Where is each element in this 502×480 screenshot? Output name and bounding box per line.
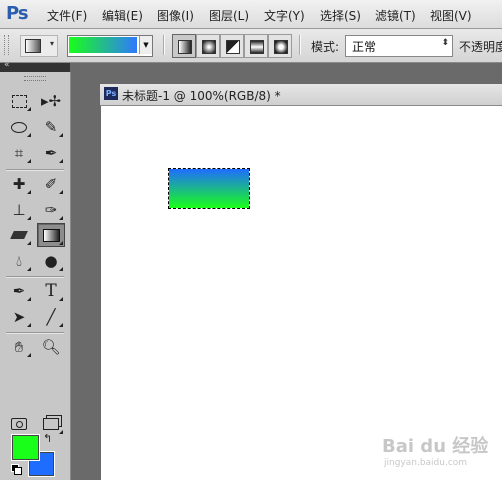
angle-gradient-button[interactable] (220, 34, 244, 58)
quick-mask-icon (11, 418, 27, 430)
linear-gradient-button[interactable] (172, 34, 196, 58)
screen-mode-icon (43, 418, 59, 430)
path-selection-tool[interactable]: ➤ (6, 306, 32, 328)
options-bar: ▾ ▼ 模式: 正常 ⬍ 不透明度 (0, 29, 502, 63)
zoom-icon: 🔍︎ (41, 338, 61, 356)
eraser-icon (10, 231, 28, 239)
default-colors-button[interactable] (11, 464, 22, 475)
pen-icon: ✒ (12, 282, 26, 300)
lasso-icon (11, 121, 27, 133)
screen-mode-button[interactable] (38, 413, 64, 435)
move-icon: ▸✢ (40, 92, 62, 110)
divider (6, 276, 64, 278)
clone-stamp-tool[interactable]: ⊥ (6, 199, 32, 221)
radial-gradient-icon (202, 40, 216, 54)
mode-label: 模式: (311, 40, 340, 54)
radial-gradient-button[interactable] (196, 34, 220, 58)
path-selection-icon: ➤ (12, 308, 26, 326)
eyedropper-tool[interactable]: ✒ (38, 142, 64, 164)
chevron-down-icon: ▾ (49, 39, 54, 48)
mode-value: 正常 (352, 40, 377, 54)
blur-tool[interactable]: 💧︎ (6, 250, 32, 272)
menu-file[interactable]: 文件(F) (47, 7, 87, 24)
collapse-icon[interactable]: « (4, 60, 10, 70)
rectangular-marquee-tool[interactable] (6, 90, 32, 112)
crop-icon: ⌗ (14, 144, 24, 162)
quick-selection-tool[interactable]: ✎ (38, 116, 64, 138)
angle-gradient-icon (226, 40, 240, 54)
lasso-tool[interactable] (6, 116, 32, 138)
type-tool[interactable]: T (38, 280, 64, 302)
selection-marquee (168, 168, 250, 209)
history-brush-icon: ✑ (44, 201, 58, 219)
dodge-tool[interactable]: ● (38, 250, 64, 272)
quick-mask-button[interactable] (6, 413, 32, 435)
move-tool[interactable]: ▸✢ (38, 90, 64, 112)
reflected-gradient-icon (250, 40, 264, 54)
type-icon: T (45, 281, 57, 301)
menu-view[interactable]: 视图(V) (430, 7, 472, 24)
brush-tool[interactable]: ✐ (38, 173, 64, 195)
watermark-sub: jingyan.baidu.com (384, 458, 468, 468)
clone-stamp-icon: ⊥ (12, 201, 26, 219)
history-brush-tool[interactable]: ✑ (38, 199, 64, 221)
linear-gradient-icon (178, 40, 192, 54)
toolbox-header[interactable]: « (0, 60, 70, 72)
divider (163, 35, 165, 55)
pen-tool[interactable]: ✒ (6, 280, 32, 302)
app-logo: Ps (6, 3, 29, 24)
line-icon: ╱ (46, 308, 56, 326)
diamond-gradient-icon (274, 40, 288, 54)
reflected-gradient-button[interactable] (244, 34, 268, 58)
ps-document-icon: Ps (104, 87, 118, 100)
toolbox: ▸✢ ✎ ⌗ ✒ ✚ ✐ ⊥ ✑ 💧︎ ● ✒ T ➤ ╱ ✋︎ 🔍︎ ↰ (0, 72, 71, 480)
chevron-down-icon[interactable]: ▼ (139, 36, 152, 54)
blur-icon: 💧︎ (15, 252, 22, 270)
updown-arrows-icon: ⬍ (441, 38, 449, 48)
opacity-label: 不透明度 (459, 40, 502, 54)
menu-image[interactable]: 图像(I) (157, 7, 194, 24)
menu-bar: Ps 文件(F) 编辑(E) 图像(I) 图层(L) 文字(Y) 选择(S) 滤… (0, 0, 502, 29)
line-tool[interactable]: ╱ (38, 306, 64, 328)
eyedropper-icon: ✒ (44, 144, 58, 162)
watermark-main: Bai du 经验 (382, 436, 489, 457)
divider (6, 169, 64, 171)
diamond-gradient-button[interactable] (268, 34, 292, 58)
divider (6, 332, 64, 334)
menu-filter[interactable]: 滤镜(T) (375, 7, 416, 24)
spot-healing-tool[interactable]: ✚ (6, 173, 32, 195)
dodge-icon: ● (44, 252, 58, 270)
document-tab[interactable]: Ps 未标题-1 @ 100%(RGB/8) * (100, 84, 502, 106)
tool-preset-picker[interactable]: ▾ (20, 35, 58, 57)
zoom-tool[interactable]: 🔍︎ (38, 336, 64, 358)
toolbox-grip[interactable] (24, 76, 46, 81)
gradient-picker[interactable]: ▼ (67, 35, 153, 57)
options-grip[interactable] (4, 35, 9, 55)
divider (299, 35, 301, 55)
canvas[interactable] (101, 106, 502, 480)
menu-select[interactable]: 选择(S) (320, 7, 361, 24)
rectangular-marquee-icon (11, 94, 27, 108)
quick-selection-icon: ✎ (44, 118, 58, 136)
eraser-tool[interactable] (6, 224, 32, 246)
menu-type[interactable]: 文字(Y) (264, 7, 305, 24)
watermark: Bai du 经验 jingyan.baidu.com (380, 430, 498, 478)
gradient-tool[interactable] (37, 223, 65, 247)
brush-icon: ✐ (44, 175, 58, 193)
spot-healing-icon: ✚ (12, 175, 26, 193)
gradient-icon (42, 228, 60, 242)
gradient-swatch (69, 37, 137, 53)
mode-select[interactable]: 正常 ⬍ (345, 35, 453, 57)
menu-layer[interactable]: 图层(L) (209, 7, 249, 24)
menu-edit[interactable]: 编辑(E) (102, 7, 143, 24)
hand-icon: ✋︎ (14, 338, 24, 356)
hand-tool[interactable]: ✋︎ (6, 336, 32, 358)
foreground-color-swatch[interactable] (11, 434, 40, 461)
gradient-tool-preset-icon (25, 39, 41, 53)
document-title: 未标题-1 @ 100%(RGB/8) * (122, 89, 281, 103)
crop-tool[interactable]: ⌗ (6, 142, 32, 164)
